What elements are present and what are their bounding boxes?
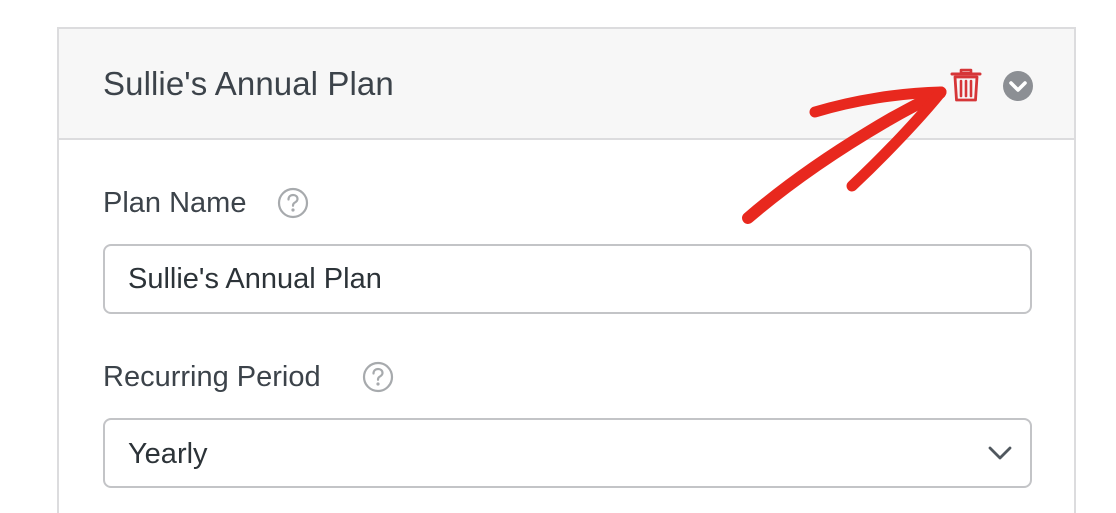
page: Sullie's Annual Plan Plan Name Recurring… <box>0 0 1116 513</box>
question-mark-icon[interactable] <box>277 187 309 219</box>
panel-header[interactable]: Sullie's Annual Plan <box>59 29 1074 140</box>
recurring-period-value: Yearly <box>128 438 208 470</box>
plan-name-label: Plan Name <box>103 187 247 219</box>
trash-icon[interactable] <box>949 67 983 103</box>
chevron-down-circle-icon[interactable] <box>1002 70 1034 102</box>
plan-name-input[interactable] <box>103 244 1032 314</box>
recurring-period-select[interactable]: Yearly <box>103 418 1032 488</box>
panel-title: Sullie's Annual Plan <box>103 65 394 102</box>
question-mark-icon[interactable] <box>362 361 394 393</box>
recurring-period-label: Recurring Period <box>103 361 321 393</box>
chevron-down-icon <box>988 446 1012 460</box>
